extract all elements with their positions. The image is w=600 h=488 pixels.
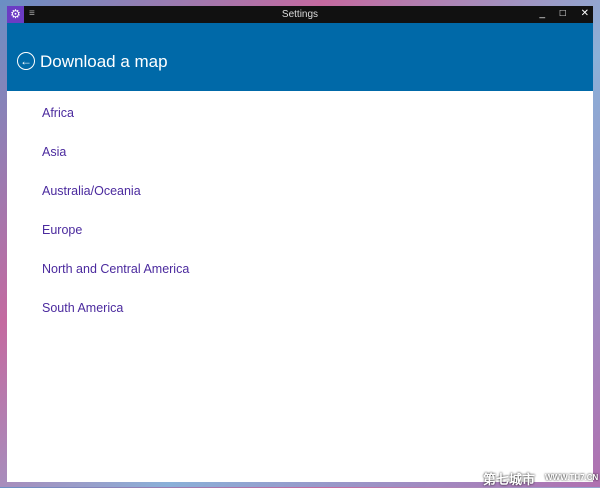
minimize-button[interactable]: _ [539,8,545,19]
page-title: Download a map [40,52,168,71]
region-europe[interactable]: Europe [42,222,593,261]
watermark-text: 第七城市 [483,472,536,487]
region-australia-oceania[interactable]: Australia/Oceania [42,183,593,222]
region-africa[interactable]: Africa [42,105,593,144]
region-list: Africa Asia Australia/Oceania Europe Nor… [7,91,593,339]
window-title: Settings [281,9,319,20]
region-north-central-america[interactable]: North and Central America [42,261,593,300]
close-button[interactable]: ✕ [581,8,589,19]
region-asia[interactable]: Asia [42,144,593,183]
title-bar: ⚙ ≡ Settings _ □ ✕ [7,6,593,23]
back-arrow-icon[interactable]: ← [17,52,35,70]
maximize-button[interactable]: □ [560,8,566,19]
region-south-america[interactable]: South America [42,300,593,339]
watermark-url: WWW.TH7.CN [545,473,599,482]
page-header: ← Download a map [7,23,593,91]
settings-window: ⚙ ≡ Settings _ □ ✕ ← Download a map Afri… [7,6,593,482]
